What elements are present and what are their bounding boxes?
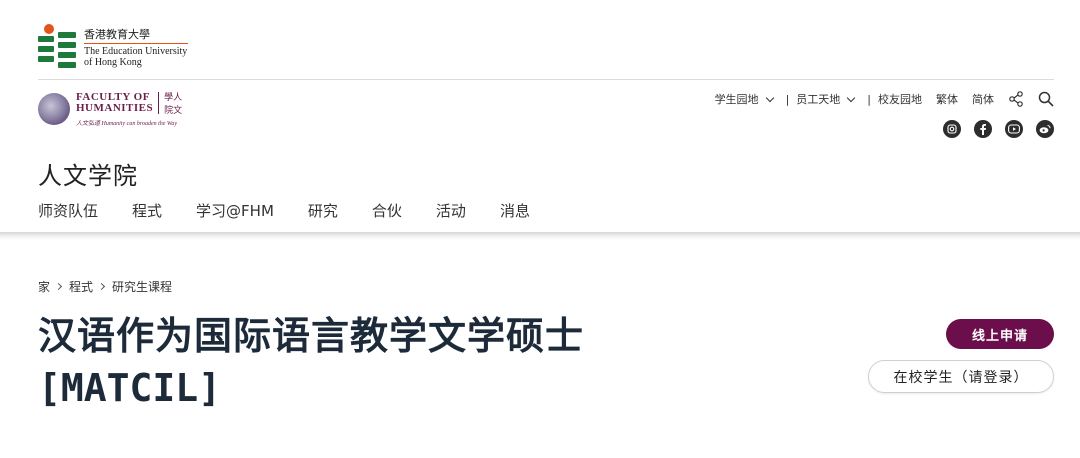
eduhk-logo[interactable]: 香港教育大學 The Education University of Hong … xyxy=(38,24,188,70)
alumni-area-link[interactable]: 校友园地 xyxy=(878,91,922,107)
facebook-icon[interactable] xyxy=(974,120,992,138)
page-title-line1: 汉语作为国际语言教学文学硕士 xyxy=(38,314,585,358)
youtube-icon[interactable] xyxy=(1005,120,1023,138)
faculty-title: 人文学院 xyxy=(38,162,138,190)
nav-item-partnership[interactable]: 合伙 xyxy=(372,200,402,221)
breadcrumb-current: 研究生课程 xyxy=(112,280,173,294)
eduhk-emblem-icon xyxy=(38,24,78,70)
faculty-logo[interactable]: FACULTY OF HUMANITIES 學人 院文 人文弘道 Humanit… xyxy=(38,90,182,127)
breadcrumb-programmes[interactable]: 程式 xyxy=(69,278,93,295)
page-title: 汉语作为国际语言教学文学硕士 [MATCIL] xyxy=(38,310,584,414)
online-apply-button[interactable]: 线上申请 xyxy=(946,319,1054,349)
separator: | xyxy=(785,92,790,106)
breadcrumb: 家 程式 研究生课程 xyxy=(38,278,172,295)
main-nav: 师资队伍 程式 学习@FHM 研究 合伙 活动 消息 xyxy=(38,200,564,221)
nav-item-programmes[interactable]: 程式 xyxy=(132,200,162,221)
nav-item-news[interactable]: 消息 xyxy=(500,200,530,221)
faculty-name-en-2: HUMANITIES xyxy=(76,102,154,114)
faculty-emblem-icon xyxy=(38,92,70,125)
chevron-down-icon xyxy=(765,93,774,102)
chevron-down-icon xyxy=(847,93,856,102)
student-area-menu[interactable]: 学生园地 xyxy=(715,91,779,107)
weibo-icon[interactable] xyxy=(1036,120,1054,138)
separator: | xyxy=(867,92,871,106)
eduhk-name-en-1: The Education University xyxy=(84,46,188,57)
breadcrumb-home[interactable]: 家 xyxy=(38,278,50,295)
header-shadow xyxy=(0,232,1080,240)
faculty-tagline: 人文弘道 Humanity can broaden the Way xyxy=(76,121,178,127)
chevron-right-icon xyxy=(54,282,63,291)
staff-area-menu[interactable]: 员工天地 xyxy=(796,91,860,107)
eduhk-name-cn: 香港教育大學 xyxy=(84,28,150,41)
share-icon[interactable] xyxy=(1008,91,1024,107)
simplified-chinese-link[interactable]: 简体 xyxy=(972,91,994,107)
utility-nav: 学生园地 | 员工天地 | 校友园地 繁体 简体 xyxy=(715,91,1054,107)
chevron-right-icon xyxy=(97,282,106,291)
traditional-chinese-link[interactable]: 繁体 xyxy=(936,91,958,107)
nav-item-learning[interactable]: 学习@FHM xyxy=(196,200,274,221)
search-icon[interactable] xyxy=(1038,91,1054,107)
staff-area-label: 员工天地 xyxy=(796,93,841,106)
header-divider xyxy=(38,79,1054,80)
top-bar: 香港教育大學 The Education University of Hong … xyxy=(0,0,1080,80)
nav-item-events[interactable]: 活动 xyxy=(436,200,466,221)
eduhk-name-en-2: of Hong Kong xyxy=(84,57,142,68)
faculty-name-cn-1: 學人 xyxy=(164,93,183,103)
nav-item-research[interactable]: 研究 xyxy=(308,200,338,221)
instagram-icon[interactable] xyxy=(943,120,961,138)
social-links xyxy=(930,120,1054,138)
faculty-name-cn-2: 院文 xyxy=(164,106,183,116)
nav-item-faculty[interactable]: 师资队伍 xyxy=(38,200,98,221)
page-title-code: [MATCIL] xyxy=(38,366,222,410)
student-login-button[interactable]: 在校学生（请登录） xyxy=(868,360,1054,393)
student-area-label: 学生园地 xyxy=(714,93,759,106)
